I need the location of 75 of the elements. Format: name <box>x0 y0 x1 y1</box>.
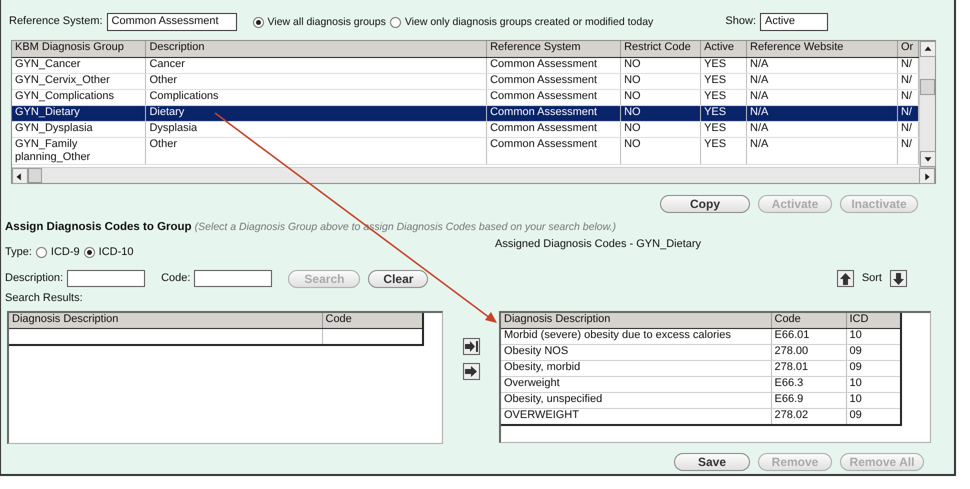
table-cell: 278.02 <box>771 408 846 425</box>
column-header[interactable]: Reference Website <box>746 41 898 57</box>
table-cell: 278.00 <box>771 344 846 361</box>
column-header[interactable]: Reference System <box>486 41 621 57</box>
column-header[interactable]: Or <box>897 41 918 57</box>
arrow-to-bar-icon <box>464 340 478 352</box>
radio-button[interactable] <box>252 16 264 28</box>
scroll-left-button[interactable] <box>12 168 28 184</box>
radio-label: ICD-10 <box>98 246 134 260</box>
table-cell: E66.01 <box>771 328 846 345</box>
show-label: Show: <box>725 15 756 29</box>
scrollbar-thumb[interactable] <box>28 168 42 183</box>
table-cell: E66.9 <box>771 392 846 409</box>
table-cell: 10 <box>846 328 901 345</box>
code-field[interactable] <box>194 270 272 288</box>
table-cell: E66.3 <box>771 376 846 393</box>
table-row[interactable]: GYN_Cervix_Other Other Common Assessment NO YES N/A N/ <box>12 73 918 89</box>
table-cell: Overweight <box>501 376 771 393</box>
action-button[interactable]: Save <box>674 452 750 471</box>
sort-up-button[interactable] <box>836 270 854 288</box>
horizontal-scrollbar[interactable] <box>12 167 935 183</box>
description-field[interactable] <box>67 270 146 288</box>
sort-label: Sort <box>862 272 882 286</box>
column-header[interactable]: Diagnosis Description <box>501 312 771 329</box>
table-cell: Obesity, morbid <box>501 360 771 377</box>
table-cell: Morbid (severe) obesity due to excess calories <box>501 328 771 345</box>
assigned-codes-title: Assigned Diagnosis Codes - GYN_Dietary <box>495 238 702 251</box>
code-label: Code: <box>161 272 190 286</box>
column-header[interactable]: ICD <box>846 312 901 329</box>
table-cell: 09 <box>846 344 901 361</box>
right-arrow-icon <box>465 366 477 377</box>
column-header[interactable]: Active <box>700 41 747 57</box>
radio-button[interactable] <box>390 16 401 28</box>
table-row[interactable]: GYN_Complications Complications Common Assessment NO YES N/A N/ <box>12 89 918 105</box>
radio-label: ICD-9 <box>50 246 80 260</box>
table-cell: 10 <box>846 376 901 393</box>
column-header[interactable]: Description <box>146 41 487 57</box>
scroll-up-button[interactable] <box>920 41 936 57</box>
column-header[interactable]: Code <box>771 312 846 329</box>
radio-label: View only diagnosis groups created or modified today <box>404 16 654 28</box>
column-header[interactable]: KBM Diagnosis Group <box>12 41 146 57</box>
show-field[interactable]: Active <box>760 13 828 31</box>
table-cell: Obesity, unspecified <box>501 392 771 409</box>
radio-button[interactable] <box>84 247 95 258</box>
radio-button[interactable] <box>36 247 47 258</box>
search-results-label: Search Results: <box>5 292 84 305</box>
up-arrow-icon <box>840 272 851 285</box>
scroll-right-button[interactable] <box>919 168 935 184</box>
scrollbar-thumb[interactable] <box>920 79 935 95</box>
table-row[interactable]: GYN_Dietary Dietary Common Assessment NO YES N/A N/ <box>12 105 918 121</box>
table-cell: 278.01 <box>771 360 846 377</box>
down-arrow-icon <box>893 272 904 285</box>
column-header[interactable]: Code <box>322 312 423 329</box>
sort-down-button[interactable] <box>890 270 907 288</box>
action-button[interactable]: Copy <box>660 195 750 213</box>
vertical-scrollbar[interactable] <box>919 41 935 167</box>
table-row[interactable]: GYN_Dysplasia Dysplasia Common Assessment NO YES N/A N/ <box>12 121 918 137</box>
table-cell: 09 <box>846 408 901 425</box>
table-cell: 09 <box>846 360 901 377</box>
description-label: Description: <box>5 272 64 286</box>
type-label: Type: <box>5 246 32 260</box>
table-cell: 10 <box>846 392 901 409</box>
radio-label: View all diagnosis groups <box>268 16 386 28</box>
column-header[interactable]: Diagnosis Description <box>9 312 322 329</box>
reference-system-field[interactable]: Common Assessment <box>106 13 237 31</box>
column-header[interactable]: Restrict Code <box>620 41 701 57</box>
reference-system-label: Reference System: <box>9 15 103 29</box>
table-cell: OVERWEIGHT <box>501 408 771 425</box>
add-all-button[interactable] <box>462 338 480 355</box>
table-row[interactable]: GYN_Family planning_Other Other Common Assessment NO YES N/A N/ <box>12 137 918 164</box>
table-row[interactable]: GYN_Cancer Cancer Common Assessment NO YES N/A N/ <box>12 57 918 73</box>
scroll-down-button[interactable] <box>920 151 936 167</box>
table-cell: Obesity NOS <box>501 344 771 361</box>
add-button[interactable] <box>462 362 480 380</box>
search-action-button[interactable]: Clear <box>368 270 428 288</box>
